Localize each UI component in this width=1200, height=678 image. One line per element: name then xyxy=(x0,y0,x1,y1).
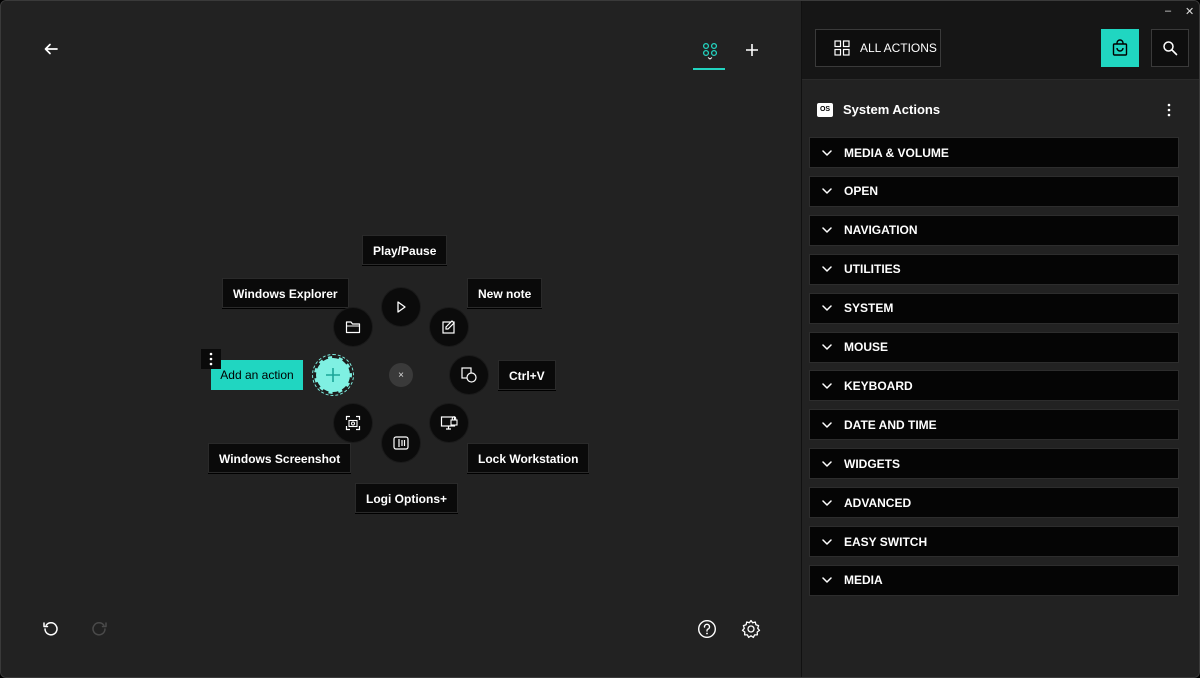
category-media-volume[interactable]: MEDIA & VOLUME xyxy=(809,137,1179,168)
chevron-down-icon xyxy=(810,305,844,311)
category-mouse[interactable]: MOUSE xyxy=(809,331,1179,363)
back-button[interactable] xyxy=(39,37,63,61)
category-date-and-time[interactable]: DATE AND TIME xyxy=(809,409,1179,441)
section-title: System Actions xyxy=(843,102,941,117)
category-widgets[interactable]: WIDGETS xyxy=(809,448,1179,480)
category-label: MOUSE xyxy=(844,340,889,354)
help-button[interactable] xyxy=(695,617,719,641)
shopping-bag-icon xyxy=(1112,39,1128,56)
label-windows-screenshot[interactable]: Windows Screenshot xyxy=(208,443,352,473)
search-button[interactable] xyxy=(1151,29,1189,67)
category-label: DATE AND TIME xyxy=(844,417,937,432)
chevron-down-icon xyxy=(810,538,844,545)
note-edit-icon xyxy=(442,320,455,334)
label-paste[interactable]: Ctrl+V xyxy=(498,360,556,390)
add-tab-button[interactable] xyxy=(741,39,763,61)
undo-icon xyxy=(43,622,58,636)
node-windows-screenshot[interactable] xyxy=(334,404,372,442)
chevron-down-icon xyxy=(810,422,844,428)
plus-icon xyxy=(746,44,758,56)
label-logi-options[interactable]: Logi Options+ xyxy=(355,483,458,513)
category-advanced[interactable]: ADVANCED xyxy=(809,487,1179,519)
category-label: SYSTEM xyxy=(844,301,894,316)
chevron-down-icon xyxy=(810,188,844,195)
label-play-pause[interactable]: Play/Pause xyxy=(362,235,448,265)
chevron-down-icon xyxy=(810,266,844,272)
apps-grid-icon xyxy=(702,42,718,60)
screenshot-icon xyxy=(345,415,361,431)
chevron-down-icon xyxy=(810,227,844,234)
tab-radial-menu[interactable] xyxy=(697,38,723,64)
logi-options-icon xyxy=(393,436,409,450)
clipboard-paste-icon xyxy=(461,367,477,383)
category-label: ADVANCED xyxy=(844,495,912,510)
os-badge: OS xyxy=(817,102,833,117)
category-system[interactable]: SYSTEM xyxy=(809,292,1179,324)
kebab-icon xyxy=(209,352,213,366)
node-play-pause[interactable] xyxy=(382,288,420,326)
plus-icon xyxy=(326,368,340,382)
close-radial-button[interactable]: × xyxy=(389,363,413,387)
chevron-down-icon xyxy=(810,383,844,389)
category-label: MEDIA xyxy=(844,573,883,588)
node-logi-options[interactable] xyxy=(382,424,420,462)
active-tab-indicator xyxy=(693,68,725,70)
node-paste[interactable] xyxy=(450,356,488,394)
node-windows-explorer[interactable] xyxy=(334,308,372,346)
chevron-down-icon xyxy=(810,149,844,156)
settings-button[interactable] xyxy=(739,617,763,641)
category-label: WIDGETS xyxy=(844,456,900,471)
monitor-lock-icon xyxy=(440,416,458,430)
arrow-left-icon xyxy=(44,43,58,55)
label-lock-workstation[interactable]: Lock Workstation xyxy=(467,443,590,473)
chevron-down-icon xyxy=(810,344,844,350)
radial-menu-editor: Play/Pause Windows Explorer New note Ctr… xyxy=(1,1,801,677)
actions-panel: – ✕ ALL ACTIONS OS System Actions MEDIA … xyxy=(802,1,1199,677)
category-keyboard[interactable]: KEYBOARD xyxy=(809,370,1179,402)
actions-panel-header: – ✕ ALL ACTIONS xyxy=(802,1,1199,80)
more-options-button[interactable] xyxy=(201,349,221,369)
play-icon xyxy=(397,301,406,313)
marketplace-button[interactable] xyxy=(1101,29,1139,67)
close-window-button[interactable]: ✕ xyxy=(1185,5,1194,18)
grid-icon xyxy=(834,40,850,56)
all-actions-button[interactable]: ALL ACTIONS xyxy=(815,29,941,67)
folder-icon xyxy=(345,321,361,334)
category-label: NAVIGATION xyxy=(844,223,918,238)
category-label: MEDIA & VOLUME xyxy=(844,145,949,160)
category-utilities[interactable]: UTILITIES xyxy=(809,253,1179,285)
label-windows-explorer[interactable]: Windows Explorer xyxy=(222,278,349,308)
node-lock-workstation[interactable] xyxy=(430,404,468,442)
redo-icon xyxy=(92,622,107,636)
help-circle-icon xyxy=(697,619,717,639)
category-easy-switch[interactable]: EASY SWITCH xyxy=(809,526,1179,557)
chevron-down-icon xyxy=(810,577,844,584)
minimize-button[interactable]: – xyxy=(1165,5,1171,17)
redo-button[interactable] xyxy=(87,617,111,641)
chevron-down-icon xyxy=(810,460,844,467)
chevron-down-icon xyxy=(810,499,844,506)
category-label: OPEN xyxy=(844,184,879,199)
category-media[interactable]: MEDIA xyxy=(809,564,1179,596)
kebab-icon xyxy=(1167,103,1171,117)
section-header-system-actions: OS System Actions xyxy=(817,102,940,117)
category-label: KEYBOARD xyxy=(844,378,913,393)
add-action-label[interactable]: Add an action xyxy=(211,360,303,390)
label-new-note[interactable]: New note xyxy=(467,278,543,308)
category-label: UTILITIES xyxy=(844,262,901,277)
category-navigation[interactable]: NAVIGATION xyxy=(809,214,1179,246)
category-open[interactable]: OPEN xyxy=(809,175,1179,207)
category-label: EASY SWITCH xyxy=(844,534,928,549)
node-new-note[interactable] xyxy=(430,308,468,346)
search-icon xyxy=(1163,41,1178,56)
gear-icon xyxy=(741,619,761,639)
app-window: Play/Pause Windows Explorer New note Ctr… xyxy=(0,0,1200,678)
add-action-node[interactable] xyxy=(312,354,354,396)
all-actions-label: ALL ACTIONS xyxy=(860,41,937,55)
section-more-button[interactable] xyxy=(1167,103,1171,122)
undo-button[interactable] xyxy=(39,617,63,641)
